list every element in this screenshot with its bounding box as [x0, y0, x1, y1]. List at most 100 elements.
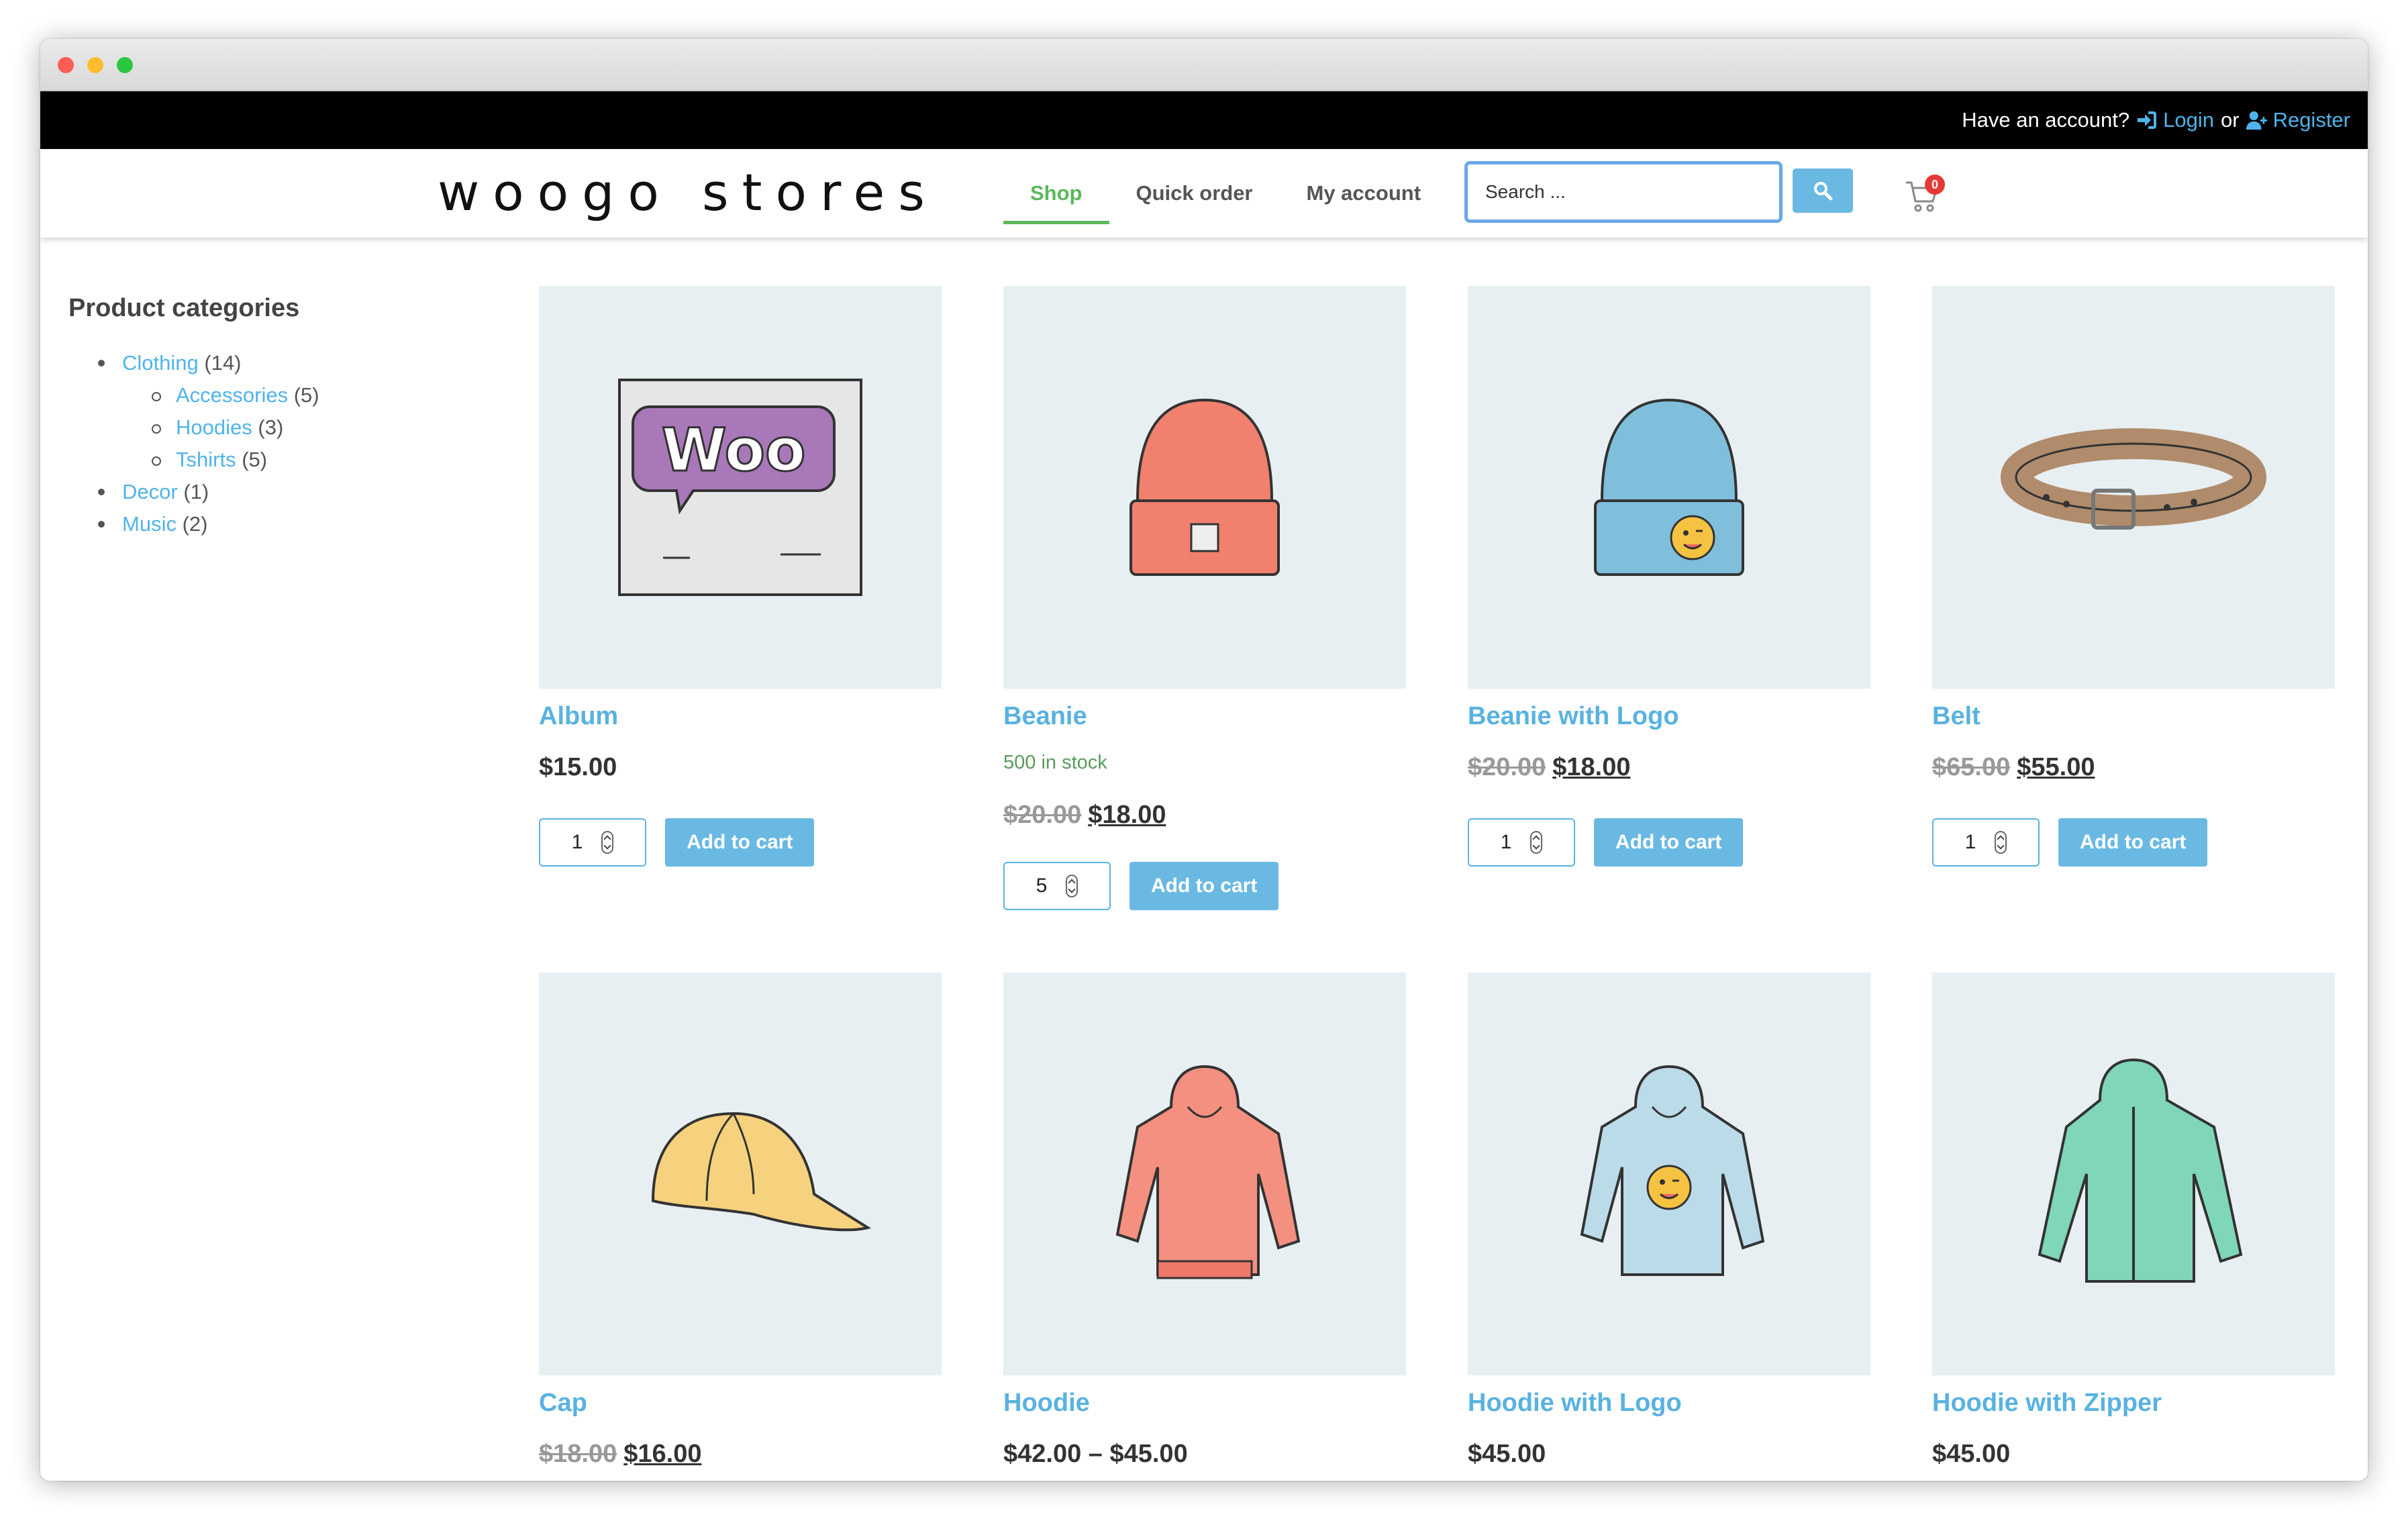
product-title-album[interactable]: Album — [539, 702, 942, 733]
category-link-tshirts[interactable]: Tshirts — [176, 448, 236, 471]
current-price: $18.00 — [1552, 753, 1631, 781]
quantity-value: 1 — [1964, 831, 1976, 853]
quantity-stepper[interactable]: 5 — [1003, 862, 1111, 910]
category-count: (1) — [183, 480, 209, 503]
account-prompt: Have an account? — [1962, 108, 2130, 132]
product-title-belt[interactable]: Belt — [1932, 702, 2335, 733]
product-image-beanie[interactable] — [1003, 286, 1406, 689]
nav-my-account[interactable]: My account — [1280, 149, 1448, 238]
minimize-window-button[interactable] — [87, 57, 103, 73]
old-price: $65.00 — [1932, 753, 2011, 781]
search-button[interactable] — [1793, 168, 1853, 213]
register-icon — [2246, 111, 2267, 130]
hoodie-logo-illustration — [1580, 1065, 1765, 1276]
hoodie-zipper-illustration — [2038, 1058, 2243, 1283]
category-item: Music (2) — [68, 508, 485, 540]
product-card-beanie: Beanie 500 in stock $20.00 $18.00 5 Add t… — [1003, 286, 1406, 910]
stepper-arrows-icon[interactable] — [601, 831, 614, 854]
product-price: $45.00 — [1932, 1440, 2335, 1469]
quantity-stepper[interactable]: 1 — [1468, 818, 1575, 867]
stepper-arrows-icon[interactable] — [1066, 875, 1078, 897]
quantity-value: 1 — [1500, 831, 1512, 853]
product-title-hoodie[interactable]: Hoodie — [1003, 1389, 1406, 1420]
current-price: $18.00 — [1088, 801, 1166, 829]
maximize-window-button[interactable] — [117, 57, 133, 73]
product-title-hoodie-with-zipper[interactable]: Hoodie with Zipper — [1932, 1389, 2335, 1420]
login-link[interactable]: Login — [2136, 108, 2214, 132]
product-image-beanie-with-logo[interactable] — [1468, 286, 1870, 689]
current-price: $45.00 — [1932, 1440, 2011, 1468]
add-to-cart-button[interactable]: Add to cart — [665, 818, 815, 867]
product-price: $15.00 — [539, 753, 942, 782]
belt-illustration — [2001, 428, 2266, 530]
product-card-hoodie-with-zipper: Hoodie with Zipper $45.00 — [1932, 973, 2335, 1469]
quantity-value: 5 — [1036, 875, 1048, 897]
product-price: $20.00 $18.00 — [1003, 801, 1406, 830]
cart-count-badge: 0 — [1925, 175, 1945, 195]
category-link-decor[interactable]: Decor — [122, 480, 178, 503]
current-price: $15.00 — [539, 753, 617, 781]
site-logo[interactable]: woogo stores — [438, 162, 938, 222]
svg-text:Woo: Woo — [662, 415, 806, 485]
nav-quick-order[interactable]: Quick order — [1109, 149, 1280, 238]
album-illustration: Woo — [618, 379, 862, 596]
add-to-cart-row: 1 Add to cart — [539, 818, 942, 867]
product-price: $65.00 $55.00 — [1932, 753, 2335, 782]
add-to-cart-row: 1 Add to cart — [1468, 818, 1870, 867]
beanie-illustration — [1130, 398, 1280, 576]
product-image-cap[interactable] — [539, 973, 942, 1375]
product-image-album[interactable]: Woo — [539, 286, 942, 689]
current-price: $45.00 — [1468, 1440, 1546, 1468]
cart-button[interactable]: 0 — [1905, 175, 1945, 213]
product-card-hoodie-with-logo: Hoodie with Logo $45.00 — [1468, 973, 1870, 1469]
quantity-stepper[interactable]: 1 — [1932, 818, 2040, 867]
stock-status: 500 in stock — [1003, 752, 1107, 773]
product-image-hoodie[interactable] — [1003, 973, 1406, 1375]
category-link-music[interactable]: Music — [122, 512, 177, 536]
product-card-hoodie: Hoodie $42.00 – $45.00 — [1003, 973, 1406, 1469]
category-item: Accessories (5) — [68, 379, 485, 411]
product-price: $42.00 – $45.00 — [1003, 1440, 1406, 1469]
category-link-hoodies[interactable]: Hoodies — [176, 415, 252, 439]
sidebar-title: Product categories — [68, 294, 300, 322]
category-item: Tshirts (5) — [68, 444, 485, 476]
login-icon — [2138, 111, 2157, 129]
old-price: $20.00 — [1468, 753, 1546, 781]
nav-shop[interactable]: Shop — [1003, 149, 1109, 238]
category-link-clothing[interactable]: Clothing — [122, 351, 199, 375]
product-title-beanie[interactable]: Beanie — [1003, 702, 1406, 733]
product-image-belt[interactable] — [1932, 286, 2335, 689]
current-price: $55.00 — [2017, 753, 2095, 781]
product-title-beanie-with-logo[interactable]: Beanie with Logo — [1468, 702, 1870, 733]
old-price: $20.00 — [1003, 801, 1082, 829]
quantity-value: 1 — [571, 831, 583, 853]
quantity-stepper[interactable]: 1 — [539, 818, 646, 867]
add-to-cart-button[interactable]: Add to cart — [1130, 862, 1279, 910]
register-label: Register — [2272, 108, 2350, 132]
register-link[interactable]: Register — [2246, 108, 2350, 132]
stepper-arrows-icon[interactable] — [1530, 831, 1543, 854]
product-title-cap[interactable]: Cap — [539, 1389, 942, 1420]
or-text: or — [2220, 108, 2240, 132]
add-to-cart-button[interactable]: Add to cart — [2058, 818, 2208, 867]
product-image-hoodie-with-logo[interactable] — [1468, 973, 1870, 1375]
site-header: woogo stores Shop Quick order My account… — [40, 149, 2368, 238]
close-window-button[interactable] — [58, 57, 74, 73]
cap-illustration — [651, 1112, 872, 1232]
login-label: Login — [2163, 108, 2214, 132]
add-to-cart-button[interactable]: Add to cart — [1594, 818, 1744, 867]
hoodie-illustration — [1115, 1065, 1301, 1279]
product-image-hoodie-with-zipper[interactable] — [1932, 973, 2335, 1375]
browser-window: Have an account? Login or Register woogo… — [40, 39, 2368, 1481]
product-title-hoodie-with-logo[interactable]: Hoodie with Logo — [1468, 1389, 1870, 1420]
product-price: $45.00 — [1468, 1440, 1870, 1469]
category-link-accessories[interactable]: Accessories — [176, 383, 288, 407]
window-titlebar — [40, 39, 2368, 91]
category-item: Hoodies (3) — [68, 411, 485, 444]
stepper-arrows-icon[interactable] — [1995, 831, 2007, 854]
search-icon — [1814, 182, 1833, 201]
search-input[interactable] — [1464, 161, 1783, 223]
category-count: (5) — [293, 383, 319, 407]
category-count: (2) — [182, 512, 208, 536]
account-bar: Have an account? Login or Register — [40, 91, 2368, 149]
